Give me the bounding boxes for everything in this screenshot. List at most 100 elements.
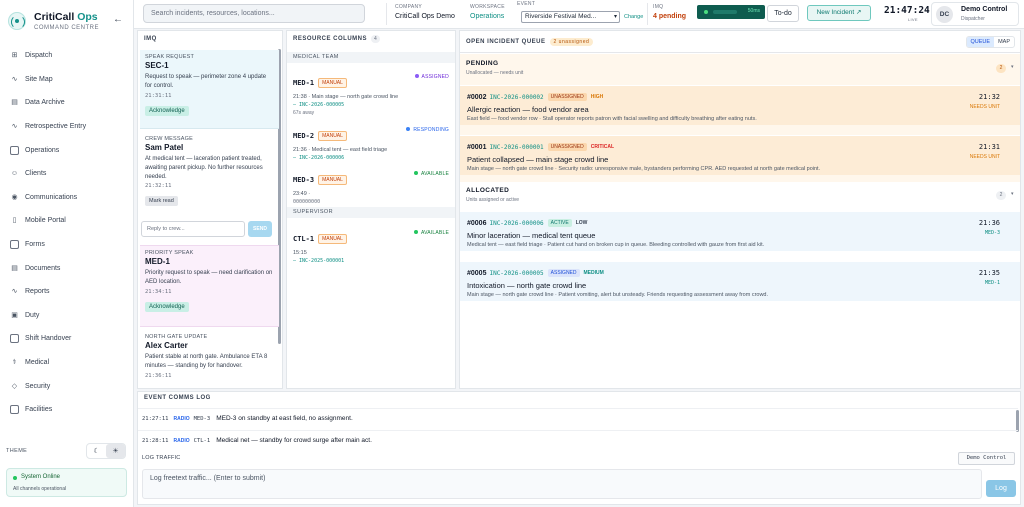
imq-message[interactable]: NORTH GATE UPDATE Alex Carter Patient st…: [140, 330, 279, 388]
sidebar-item-mobile-portal[interactable]: ▯ Mobile Portal: [0, 209, 133, 233]
clipboard-icon: ▣: [11, 311, 18, 319]
incident-row[interactable]: #0006 INC-2026-000006 ACTIVE LOW Minor lace…: [460, 211, 1020, 251]
user-menu[interactable]: DC Demo Control Dispatcher: [931, 2, 1019, 26]
sidebar-item-forms[interactable]: Forms: [0, 233, 133, 257]
sidebar-item-facilities[interactable]: Facilities: [0, 398, 133, 422]
change-event-link[interactable]: Change: [624, 14, 643, 20]
sidebar-item-documents[interactable]: ▤ Documents: [0, 256, 133, 280]
user-icon: ☺: [10, 170, 19, 178]
tab-map[interactable]: MAP: [994, 37, 1014, 47]
phone-icon: ▯: [12, 217, 17, 225]
divider: [386, 3, 387, 25]
unit-status: RESPONDING: [406, 127, 449, 133]
unassigned-badge: 2 unassigned: [549, 38, 594, 46]
imq-message[interactable]: SPEAK REQUEST SEC-1 Request to speak — p…: [140, 50, 279, 129]
status-dot-icon: [13, 476, 17, 480]
app-root: CritiCall Ops COMMAND CENTRE ← ⊞ Dispatch…: [0, 0, 1024, 507]
sun-icon[interactable]: ☀: [106, 444, 125, 458]
event-comms-log: EVENT COMMS LOG 21:27:11 RADIO MED-3 MED-3 …: [137, 391, 1021, 505]
sidebar-item-data-archive[interactable]: ▤ Data Archive: [0, 91, 133, 115]
log-traffic-input[interactable]: Log freetext traffic... (Enter to submit…: [142, 469, 982, 499]
sidebar-item-retrospective-entry[interactable]: ∿ Retrospective Entry: [0, 115, 133, 139]
imq-block: IMQ 4 pending: [653, 4, 687, 20]
reply-input[interactable]: Reply to crew...: [141, 221, 245, 237]
group-count: 2: [996, 191, 1006, 200]
acknowledge-button[interactable]: Acknowledge: [145, 105, 189, 116]
acknowledge-button[interactable]: Acknowledge: [145, 301, 189, 312]
collapse-chevron-icon[interactable]: ▾: [1011, 191, 1014, 197]
resource-panel: RESOURCE COLUMNS 4 MEDICAL TEAM MED-1 MANU…: [286, 30, 456, 389]
incident-row[interactable]: #0002 INC-2026-000002 UNASSIGNED HIGH Aller…: [460, 85, 1020, 125]
incident-row[interactable]: #0001 INC-2026-000001 UNASSIGNED CRITICAL P…: [460, 135, 1020, 175]
view-tabs: QUEUE MAP: [965, 36, 1015, 48]
sidebar-item-dispatch[interactable]: ⊞ Dispatch: [0, 44, 133, 68]
todo-button[interactable]: To-do: [767, 5, 799, 22]
moon-icon[interactable]: ☾: [87, 444, 106, 458]
manual-tag: MANUAL: [318, 78, 347, 88]
log-as-select[interactable]: Demo Control: [958, 452, 1015, 465]
sidebar-item-shift-handover[interactable]: Shift Handover: [0, 327, 133, 351]
calendar-icon: [10, 145, 19, 155]
sidebar-item-reports[interactable]: ∿ Reports: [0, 280, 133, 304]
new-incident-button[interactable]: New Incident ↗: [807, 5, 871, 21]
sidebar-item-communications[interactable]: ◉ Communications: [0, 186, 133, 210]
comms-row: 21:27:11 RADIO MED-3 MED-3 on standby at ea…: [138, 408, 1018, 428]
mark-read-button[interactable]: Mark read: [145, 196, 178, 207]
brand: CritiCall Ops COMMAND CENTRE: [8, 9, 128, 35]
shield-icon: ◇: [11, 382, 18, 390]
form-icon: [10, 240, 19, 250]
incident-row[interactable]: #0005 INC-2026-000005 ASSIGNED MEDIUM Intox…: [460, 261, 1020, 301]
sidebar-item-medical[interactable]: ⚕ Medical: [0, 351, 133, 375]
section-supervisor: SUPERVISOR: [287, 207, 455, 218]
imq-message[interactable]: CREW MESSAGE Sam Patel At medical tent —…: [140, 132, 279, 216]
queue-header: OPEN INCIDENT QUEUE 2 unassigned QUEUE MA…: [460, 31, 1020, 53]
unit-card-med-3[interactable]: MED-3 MANUAL AVAILABLE 23:49 · 000000000: [287, 165, 455, 209]
search-input[interactable]: Search incidents, resources, locations..…: [143, 4, 365, 23]
imq-panel: IMQ SPEAK REQUEST SEC-1 Request to speak…: [137, 30, 283, 389]
stethoscope-icon: ⚕: [12, 359, 17, 367]
grid-icon: ⊞: [11, 52, 18, 60]
resource-count-badge: 4: [371, 35, 381, 43]
tab-queue[interactable]: QUEUE: [966, 37, 995, 47]
clock: 21:47:24: [884, 5, 930, 16]
sidebar-item-operations[interactable]: Operations: [0, 138, 133, 162]
clock-live-label: LIVE: [908, 17, 918, 22]
company-value: CritiCall Ops Demo: [395, 13, 455, 20]
sidebar-item-clients[interactable]: ☺ Clients: [0, 162, 133, 186]
comms-row: 21:28:11 RADIO CTL-1 Medical net — standby …: [138, 430, 1018, 450]
sidebar-item-duty[interactable]: ▣ Duty: [0, 304, 133, 328]
avatar: DC: [936, 6, 953, 23]
imq-pending[interactable]: 4 pending: [653, 13, 686, 20]
unit-status: AVAILABLE: [413, 230, 449, 236]
event-block: EVENT: [517, 1, 536, 7]
top-bar: Search incidents, resources, locations..…: [134, 0, 1024, 29]
collapse-sidebar-icon[interactable]: ←: [113, 14, 123, 25]
event-select[interactable]: Riverside Festival Med...: [521, 11, 620, 23]
theme-toggle[interactable]: ☾ ☀: [86, 443, 126, 459]
system-detail: All channels operational: [13, 486, 67, 492]
user-role: Dispatcher: [961, 16, 985, 22]
broadcast-logo-icon: [8, 12, 26, 30]
pulse-icon: ∿: [11, 123, 18, 131]
divider: [647, 3, 648, 25]
theme-label: THEME: [6, 448, 28, 454]
imq-message[interactable]: PRIORITY SPEAK MED-1 Priority request to…: [140, 245, 279, 327]
collapse-chevron-icon[interactable]: ▾: [1011, 64, 1014, 70]
system-status: System Online: [21, 474, 61, 480]
unit-card-med-2[interactable]: MED-2 MANUAL RESPONDING 21:36 · Medical t…: [287, 121, 455, 165]
unit-card-med-1[interactable]: MED-1 MANUAL ASSIGNED 21:38 · Main stage …: [287, 68, 455, 120]
workspace-value[interactable]: Operations: [470, 13, 505, 20]
resource-title: RESOURCE COLUMNS 4: [287, 31, 381, 47]
send-button[interactable]: SEND: [248, 221, 272, 237]
unit-card-ctl-1[interactable]: CTL-1 MANUAL AVAILABLE 15:15 — INC-2025-0…: [287, 224, 455, 268]
pulse-icon: ∿: [11, 75, 18, 83]
log-traffic-label: LOG TRAFFIC: [142, 455, 181, 461]
pulse-icon: ∿: [11, 288, 18, 296]
sidebar-item-site-map[interactable]: ∿ Site Map: [0, 68, 133, 92]
system-status-card: System Online All channels operational: [6, 468, 127, 497]
log-button[interactable]: Log: [986, 480, 1016, 497]
latency-indicator: 50ms: [697, 5, 765, 19]
user-name: Demo Control: [961, 6, 1008, 13]
workspace-block: WORKSPACE Operations: [470, 4, 505, 20]
sidebar-item-security[interactable]: ◇ Security: [0, 374, 133, 398]
